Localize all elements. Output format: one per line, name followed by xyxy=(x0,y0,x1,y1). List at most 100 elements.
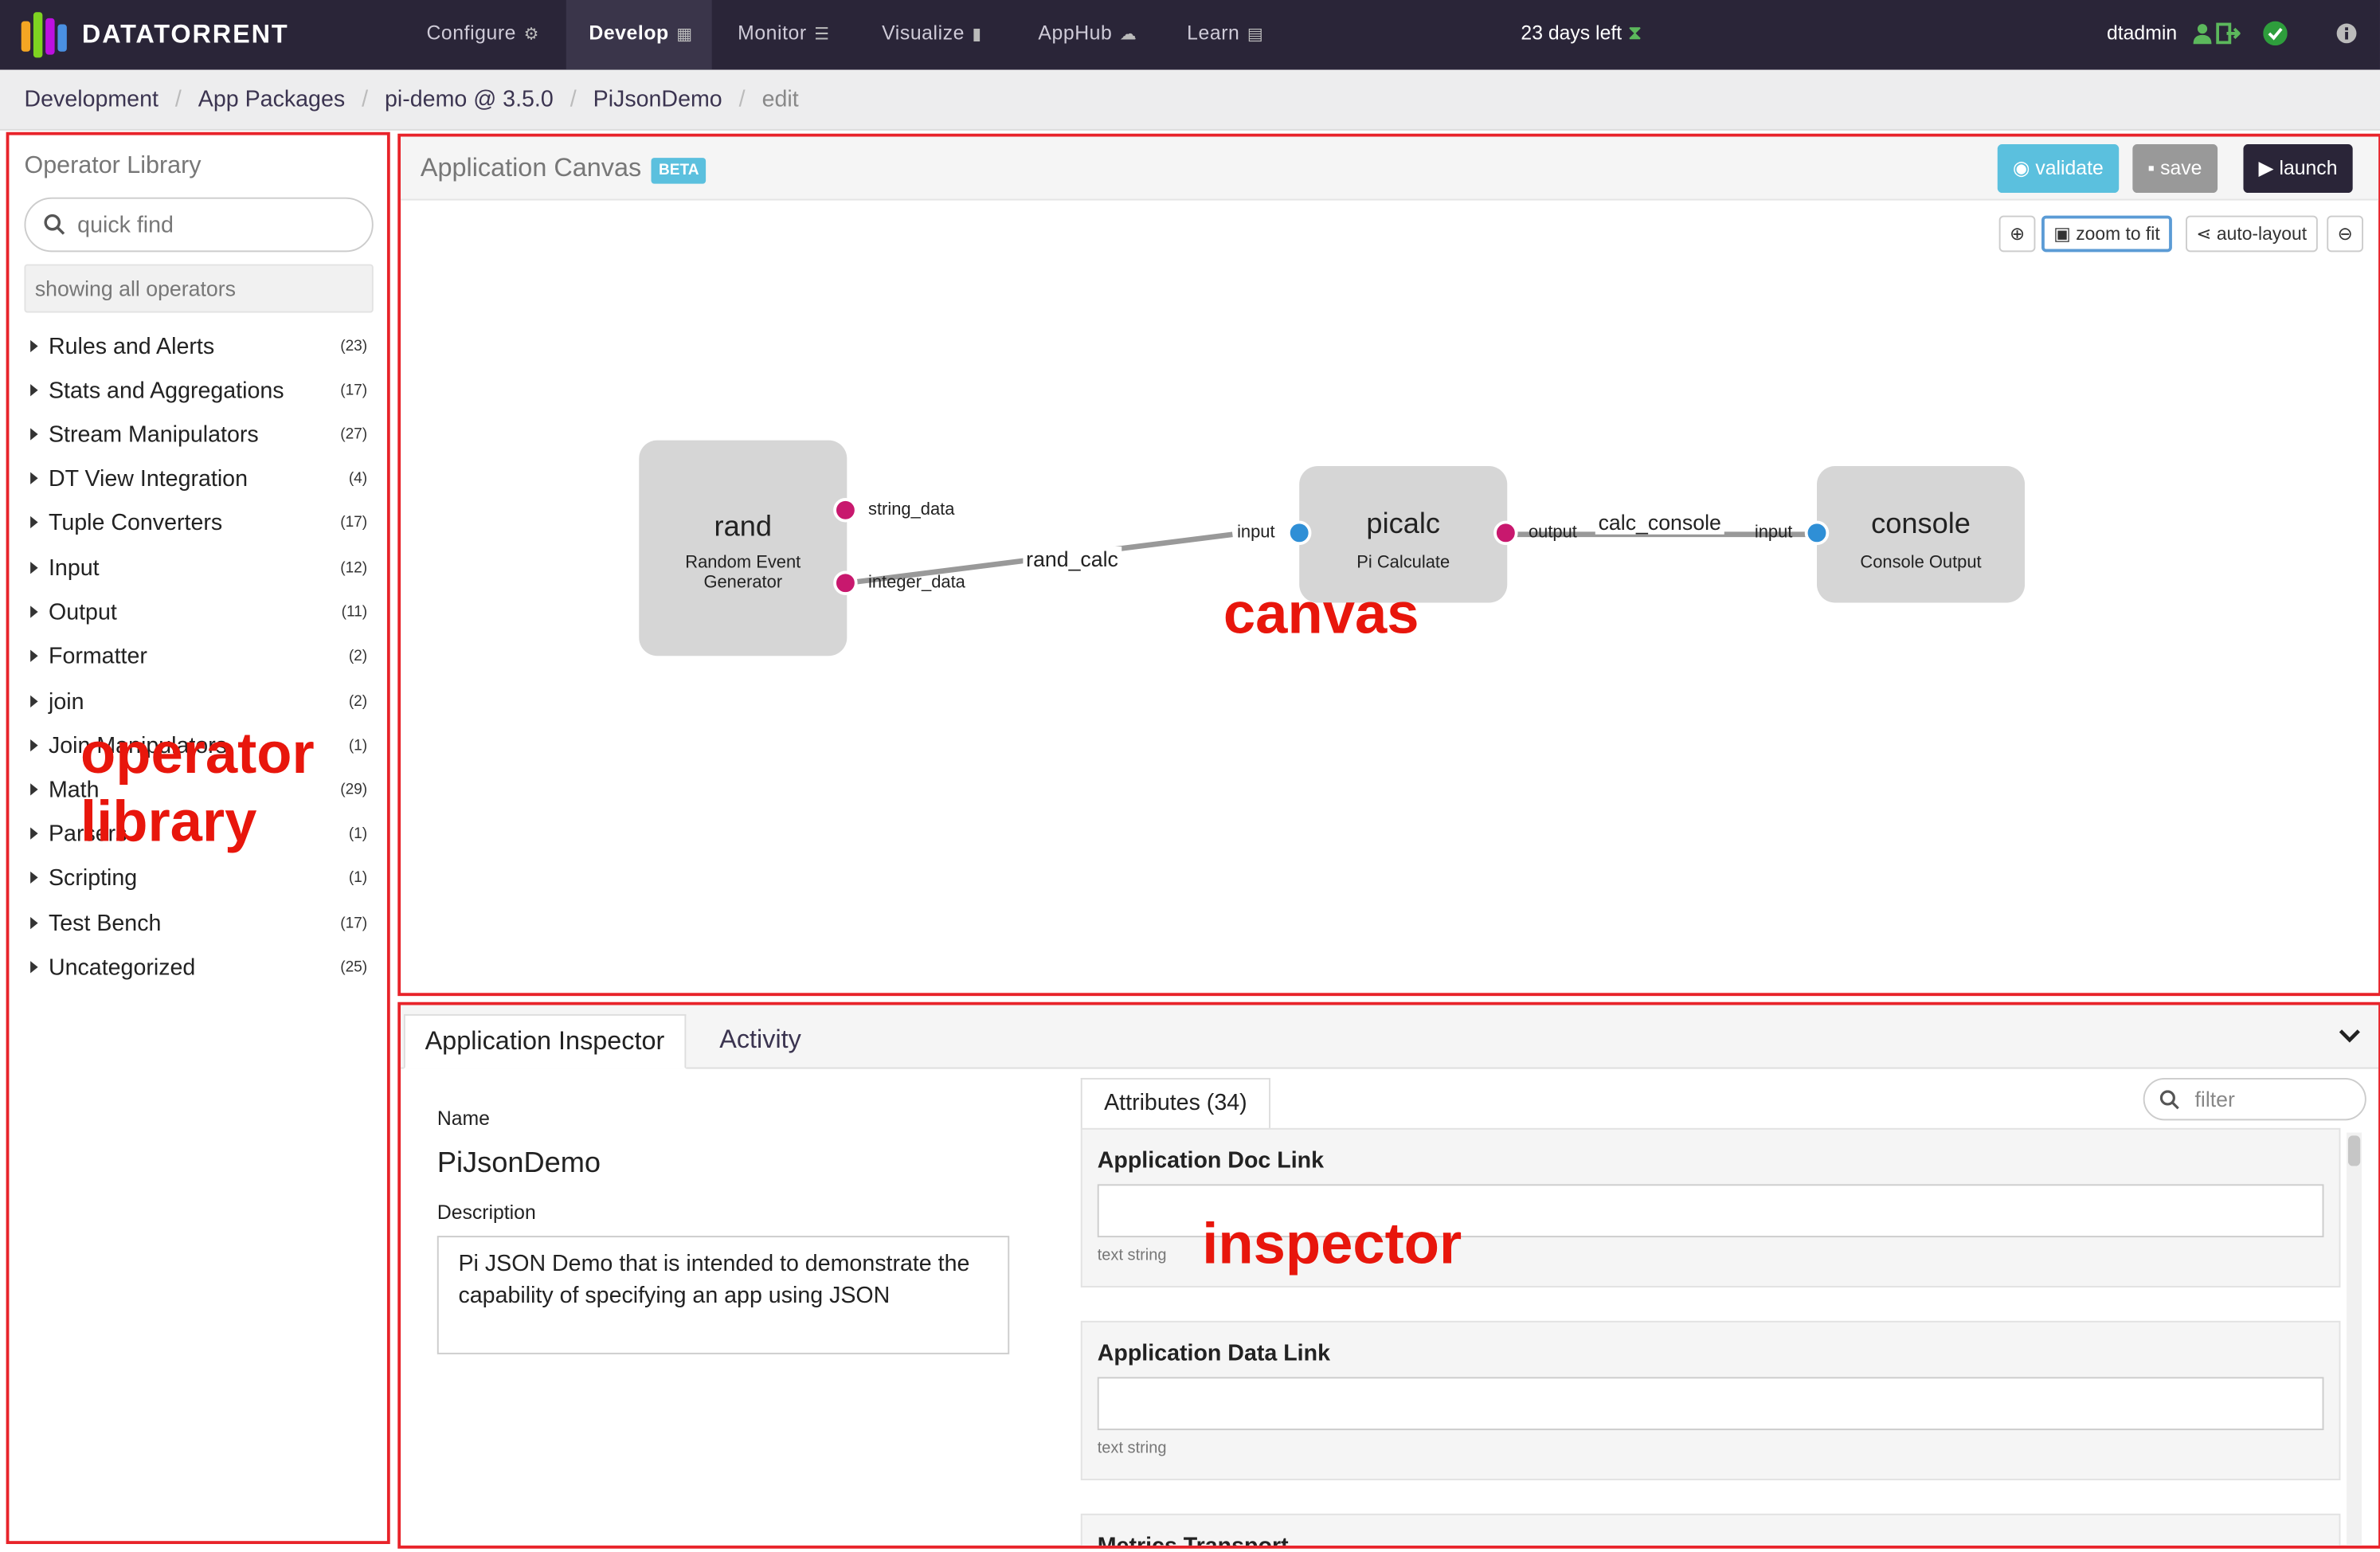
breadcrumb-package[interactable]: pi-demo @ 3.5.0 xyxy=(385,87,554,112)
nav-label: Develop xyxy=(589,21,669,45)
category-label: Uncategorized xyxy=(48,954,196,982)
category-input[interactable]: Input (12) xyxy=(30,555,367,586)
logo-icon xyxy=(21,12,67,58)
caret-right-icon xyxy=(30,827,38,840)
grid-icon: ▦ xyxy=(676,25,693,45)
operator-node-rand[interactable]: rand Random Event Generator xyxy=(639,440,847,656)
nav-configure[interactable]: Configure ⚙ xyxy=(404,0,562,70)
inspector-tabs: Application Inspector Activity xyxy=(401,1005,2379,1069)
attribute-metrics-transport: Metrics Transport xyxy=(1080,1513,2341,1549)
breadcrumb-app-packages[interactable]: App Packages xyxy=(198,87,345,112)
breadcrumb-app[interactable]: PiJsonDemo xyxy=(593,87,722,112)
category-join[interactable]: join (2) xyxy=(30,689,367,719)
search-icon xyxy=(2159,1090,2179,1110)
annotation-inspector: inspector xyxy=(1202,1213,1462,1277)
stream-label-rand-calc[interactable]: rand_calc xyxy=(1023,547,1121,571)
info-icon[interactable] xyxy=(2336,23,2358,45)
hourglass-icon: ⧗ xyxy=(1627,21,1642,45)
category-label: Rules and Alerts xyxy=(48,334,215,360)
caret-right-icon xyxy=(30,961,38,974)
brand-name: DATATORRENT xyxy=(81,19,289,49)
attributes-scroll-thumb[interactable] xyxy=(2347,1135,2361,1166)
category-label: Stats and Aggregations xyxy=(48,378,284,404)
operator-library-title: Operator Library xyxy=(24,153,202,179)
category-uncategorized[interactable]: Uncategorized (25) xyxy=(30,955,367,986)
status-ok-icon[interactable] xyxy=(2263,21,2288,46)
cloud-icon: ☁ xyxy=(1119,25,1137,45)
quick-find-field[interactable] xyxy=(24,197,374,253)
stream-label-calc-console[interactable]: calc_console xyxy=(1595,510,1724,535)
operator-library-panel: Operator Library showing all operators R… xyxy=(6,131,390,1544)
user-icon[interactable] xyxy=(2192,22,2216,45)
category-tuple-converters[interactable]: Tuple Converters (17) xyxy=(30,510,367,540)
caret-right-icon xyxy=(30,384,38,397)
port-picalc-input[interactable] xyxy=(1286,520,1312,546)
category-formatter[interactable]: Formatter (2) xyxy=(30,644,367,674)
category-dt-view-integration[interactable]: DT View Integration (4) xyxy=(30,466,367,496)
trial-status[interactable]: 23 days left ⧗ xyxy=(1521,0,1642,67)
caret-right-icon xyxy=(30,916,38,930)
caret-right-icon xyxy=(30,649,38,662)
caret-right-icon xyxy=(30,606,38,618)
breadcrumb-separator: / xyxy=(738,86,746,113)
nav-label: AppHub xyxy=(1038,21,1113,45)
logout-icon[interactable] xyxy=(2216,22,2241,45)
nav-develop[interactable]: Develop ▦ xyxy=(566,0,712,70)
application-canvas-panel: Application Canvas BETA ◉ validate ▪ sav… xyxy=(397,133,2380,997)
attribute-type-hint: text string xyxy=(1097,1439,1167,1458)
port-picalc-output[interactable] xyxy=(1493,520,1518,546)
port-label-string-data: string_data xyxy=(868,500,955,519)
user-name[interactable]: dtadmin xyxy=(2107,0,2177,67)
operator-name: console xyxy=(1871,508,1971,541)
application-inspector-panel: Application Inspector Activity Name PiJs… xyxy=(397,1001,2380,1549)
nav-monitor[interactable]: Monitor ☰ xyxy=(715,0,853,70)
category-count: (1) xyxy=(348,738,368,755)
nav-label: Learn xyxy=(1187,21,1240,45)
tab-activity[interactable]: Activity xyxy=(699,1014,820,1069)
port-rand-string-data[interactable] xyxy=(833,498,858,523)
nav-label: Configure xyxy=(426,21,517,45)
attribute-filter-input[interactable] xyxy=(2194,1087,2347,1111)
nav-apphub[interactable]: AppHub ☁ xyxy=(1016,0,1160,70)
attribute-filter-field[interactable] xyxy=(2143,1077,2366,1121)
category-rules-and-alerts[interactable]: Rules and Alerts (23) xyxy=(30,334,367,364)
caret-right-icon xyxy=(30,695,38,708)
port-label-console-input: input xyxy=(1754,523,1793,543)
category-label: Stream Manipulators xyxy=(48,421,259,449)
chevron-down-icon[interactable] xyxy=(2339,1028,2361,1043)
quick-find-input[interactable] xyxy=(77,209,351,241)
category-label: DT View Integration xyxy=(48,466,248,492)
category-label: Output xyxy=(48,599,117,626)
application-data-link-input[interactable] xyxy=(1097,1377,2324,1431)
category-output[interactable]: Output (11) xyxy=(30,600,367,630)
tab-attributes[interactable]: Attributes (34) xyxy=(1080,1077,1270,1130)
gear-icon: ⚙ xyxy=(523,25,539,45)
operator-description: Random Event Generator xyxy=(685,554,801,593)
operator-name: rand xyxy=(714,511,773,544)
brand-logo[interactable]: DATATORRENT xyxy=(21,9,289,61)
app-root: DATATORRENT Configure ⚙ Develop ▦ Monitor ☰… xyxy=(0,0,2380,1552)
category-label: Formatter xyxy=(48,643,147,670)
port-console-input[interactable] xyxy=(1804,520,1830,546)
attributes-scrollbar[interactable] xyxy=(2347,1132,2362,1546)
category-scripting[interactable]: Scripting (1) xyxy=(30,865,367,896)
port-rand-integer-data[interactable] xyxy=(833,570,858,595)
caret-right-icon xyxy=(30,562,38,574)
name-label: Name xyxy=(436,1107,490,1130)
description-textarea[interactable]: Pi JSON Demo that is intended to demonst… xyxy=(436,1236,1010,1354)
breadcrumb-development[interactable]: Development xyxy=(24,87,158,112)
port-label-picalc-input: input xyxy=(1237,523,1275,543)
category-test-bench[interactable]: Test Bench (17) xyxy=(30,911,367,941)
category-label: join xyxy=(48,689,84,715)
nav-visualize[interactable]: Visualize ▮ xyxy=(859,0,1005,70)
app-name-value: PiJsonDemo xyxy=(436,1147,601,1180)
operator-node-console[interactable]: console Console Output xyxy=(1817,466,2026,603)
attribute-title: Metrics Transport xyxy=(1097,1533,1289,1549)
caret-right-icon xyxy=(30,783,38,796)
category-label: Input xyxy=(48,555,100,582)
operator-description: Pi Calculate xyxy=(1356,554,1450,573)
category-stream-manipulators[interactable]: Stream Manipulators (27) xyxy=(30,422,367,453)
tab-application-inspector[interactable]: Application Inspector xyxy=(403,1013,687,1069)
nav-learn[interactable]: Learn ▤ xyxy=(1165,0,1286,70)
category-stats-and-aggregations[interactable]: Stats and Aggregations (17) xyxy=(30,378,367,408)
